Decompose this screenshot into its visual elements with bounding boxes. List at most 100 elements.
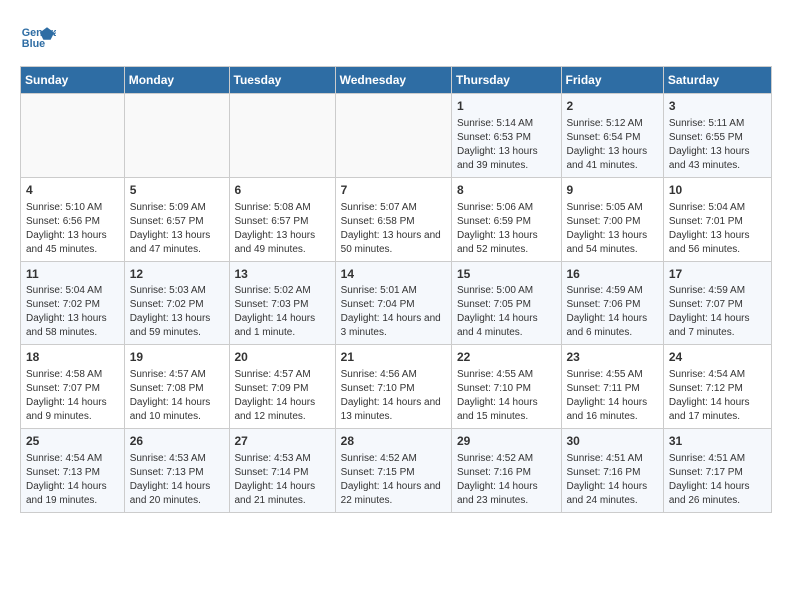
- day-number: 18: [26, 349, 119, 366]
- calendar-cell: 21Sunrise: 4:56 AMSunset: 7:10 PMDayligh…: [335, 345, 451, 429]
- day-info: Sunrise: 5:05 AM: [567, 201, 658, 215]
- day-info: Sunset: 7:15 PM: [341, 466, 446, 480]
- day-info: Sunset: 6:55 PM: [669, 131, 766, 145]
- day-info: Sunrise: 4:58 AM: [26, 368, 119, 382]
- day-number: 12: [130, 266, 224, 283]
- calendar-cell: 29Sunrise: 4:52 AMSunset: 7:16 PMDayligh…: [451, 429, 561, 513]
- day-info: Daylight: 14 hours and 7 minutes.: [669, 312, 766, 340]
- day-info: Sunset: 7:12 PM: [669, 382, 766, 396]
- day-number: 31: [669, 433, 766, 450]
- day-info: Daylight: 14 hours and 21 minutes.: [235, 480, 330, 508]
- day-info: Daylight: 14 hours and 13 minutes.: [341, 396, 446, 424]
- day-info: Sunrise: 4:59 AM: [669, 284, 766, 298]
- page-header: General Blue: [20, 20, 772, 56]
- day-info: Daylight: 14 hours and 6 minutes.: [567, 312, 658, 340]
- day-info: Sunset: 7:01 PM: [669, 215, 766, 229]
- logo: General Blue: [20, 20, 56, 56]
- day-info: Daylight: 14 hours and 17 minutes.: [669, 396, 766, 424]
- day-info: Sunrise: 4:51 AM: [567, 452, 658, 466]
- day-info: Sunset: 7:16 PM: [567, 466, 658, 480]
- day-info: Daylight: 13 hours and 52 minutes.: [457, 229, 556, 257]
- day-number: 29: [457, 433, 556, 450]
- day-info: Sunset: 7:04 PM: [341, 298, 446, 312]
- day-number: 7: [341, 182, 446, 199]
- day-number: 25: [26, 433, 119, 450]
- day-number: 11: [26, 266, 119, 283]
- day-info: Daylight: 13 hours and 54 minutes.: [567, 229, 658, 257]
- calendar-cell: 3Sunrise: 5:11 AMSunset: 6:55 PMDaylight…: [663, 94, 771, 178]
- day-info: Sunrise: 4:57 AM: [235, 368, 330, 382]
- calendar-cell: 5Sunrise: 5:09 AMSunset: 6:57 PMDaylight…: [124, 177, 229, 261]
- day-info: Sunset: 7:05 PM: [457, 298, 556, 312]
- day-info: Sunset: 7:13 PM: [130, 466, 224, 480]
- calendar-cell: 19Sunrise: 4:57 AMSunset: 7:08 PMDayligh…: [124, 345, 229, 429]
- day-info: Daylight: 13 hours and 56 minutes.: [669, 229, 766, 257]
- day-info: Sunset: 7:13 PM: [26, 466, 119, 480]
- calendar-cell: 18Sunrise: 4:58 AMSunset: 7:07 PMDayligh…: [21, 345, 125, 429]
- day-number: 23: [567, 349, 658, 366]
- day-info: Daylight: 13 hours and 39 minutes.: [457, 145, 556, 173]
- day-info: Daylight: 14 hours and 22 minutes.: [341, 480, 446, 508]
- calendar-cell: 7Sunrise: 5:07 AMSunset: 6:58 PMDaylight…: [335, 177, 451, 261]
- day-info: Daylight: 14 hours and 26 minutes.: [669, 480, 766, 508]
- day-info: Sunrise: 4:54 AM: [669, 368, 766, 382]
- calendar-cell: [124, 94, 229, 178]
- svg-text:Blue: Blue: [22, 38, 45, 50]
- day-number: 6: [235, 182, 330, 199]
- day-info: Sunset: 7:06 PM: [567, 298, 658, 312]
- day-info: Sunrise: 4:55 AM: [457, 368, 556, 382]
- calendar-table: SundayMondayTuesdayWednesdayThursdayFrid…: [20, 66, 772, 513]
- calendar-cell: 14Sunrise: 5:01 AMSunset: 7:04 PMDayligh…: [335, 261, 451, 345]
- day-info: Sunrise: 4:53 AM: [130, 452, 224, 466]
- day-info: Daylight: 14 hours and 15 minutes.: [457, 396, 556, 424]
- day-number: 8: [457, 182, 556, 199]
- day-info: Sunset: 7:08 PM: [130, 382, 224, 396]
- day-info: Daylight: 13 hours and 41 minutes.: [567, 145, 658, 173]
- day-number: 15: [457, 266, 556, 283]
- calendar-cell: 15Sunrise: 5:00 AMSunset: 7:05 PMDayligh…: [451, 261, 561, 345]
- day-info: Sunset: 7:16 PM: [457, 466, 556, 480]
- day-info: Daylight: 14 hours and 4 minutes.: [457, 312, 556, 340]
- day-info: Sunset: 7:10 PM: [457, 382, 556, 396]
- day-info: Sunrise: 4:57 AM: [130, 368, 224, 382]
- day-info: Sunset: 6:59 PM: [457, 215, 556, 229]
- day-number: 9: [567, 182, 658, 199]
- weekday-header: Wednesday: [335, 67, 451, 94]
- day-info: Sunset: 6:58 PM: [341, 215, 446, 229]
- calendar-cell: [335, 94, 451, 178]
- day-number: 21: [341, 349, 446, 366]
- day-info: Sunset: 7:00 PM: [567, 215, 658, 229]
- day-info: Daylight: 14 hours and 12 minutes.: [235, 396, 330, 424]
- day-info: Daylight: 14 hours and 20 minutes.: [130, 480, 224, 508]
- day-info: Sunrise: 5:03 AM: [130, 284, 224, 298]
- day-info: Sunrise: 5:04 AM: [669, 201, 766, 215]
- day-info: Daylight: 13 hours and 49 minutes.: [235, 229, 330, 257]
- day-info: Sunrise: 4:54 AM: [26, 452, 119, 466]
- day-info: Sunset: 7:07 PM: [26, 382, 119, 396]
- day-number: 16: [567, 266, 658, 283]
- day-info: Sunset: 7:02 PM: [26, 298, 119, 312]
- day-info: Sunset: 7:07 PM: [669, 298, 766, 312]
- day-number: 22: [457, 349, 556, 366]
- day-info: Daylight: 14 hours and 1 minute.: [235, 312, 330, 340]
- calendar-cell: 30Sunrise: 4:51 AMSunset: 7:16 PMDayligh…: [561, 429, 663, 513]
- day-number: 4: [26, 182, 119, 199]
- calendar-cell: [21, 94, 125, 178]
- day-info: Sunset: 7:03 PM: [235, 298, 330, 312]
- calendar-cell: 25Sunrise: 4:54 AMSunset: 7:13 PMDayligh…: [21, 429, 125, 513]
- weekday-header: Sunday: [21, 67, 125, 94]
- day-number: 28: [341, 433, 446, 450]
- weekday-header: Tuesday: [229, 67, 335, 94]
- day-number: 26: [130, 433, 224, 450]
- day-number: 20: [235, 349, 330, 366]
- logo-icon: General Blue: [20, 20, 56, 56]
- day-number: 30: [567, 433, 658, 450]
- day-info: Daylight: 14 hours and 10 minutes.: [130, 396, 224, 424]
- day-info: Sunset: 7:17 PM: [669, 466, 766, 480]
- calendar-cell: 6Sunrise: 5:08 AMSunset: 6:57 PMDaylight…: [229, 177, 335, 261]
- calendar-cell: 27Sunrise: 4:53 AMSunset: 7:14 PMDayligh…: [229, 429, 335, 513]
- day-number: 3: [669, 98, 766, 115]
- day-info: Sunrise: 4:59 AM: [567, 284, 658, 298]
- day-number: 5: [130, 182, 224, 199]
- calendar-cell: 1Sunrise: 5:14 AMSunset: 6:53 PMDaylight…: [451, 94, 561, 178]
